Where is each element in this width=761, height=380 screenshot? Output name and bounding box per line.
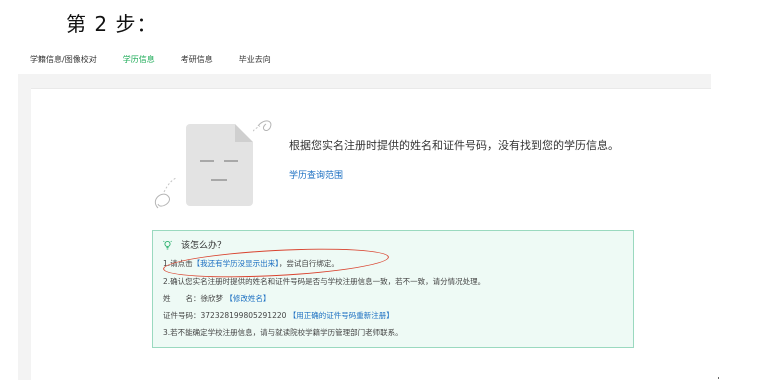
- query-scope-link[interactable]: 学历查询范围: [289, 168, 343, 181]
- help-step-2: 2.确认您实名注册时提供的姓名和证件号码是否与学校注册信息一致，若不一致，请分情…: [163, 277, 486, 286]
- face-right-eye: [224, 160, 238, 162]
- help-header: 该怎么办？: [163, 238, 226, 251]
- help-title: 该怎么办？: [181, 241, 227, 251]
- tab-education[interactable]: 学历信息: [123, 54, 155, 65]
- lightbulb-icon: [163, 240, 172, 249]
- help-step-1: 1.请点击【我还有学历没显示出来】，尝试自行绑定。: [163, 258, 339, 269]
- document-shape: [186, 124, 253, 206]
- tab-graduation-destination[interactable]: 毕业去向: [239, 54, 271, 65]
- corner-mark: [718, 377, 719, 379]
- face-left-eye: [200, 160, 214, 162]
- name-value: 徐欣梦: [200, 294, 224, 303]
- document-fold: [235, 124, 253, 142]
- sad-document-icon: [150, 112, 280, 222]
- help-step-1-prefix: 1.请点击: [163, 259, 193, 268]
- reregister-link[interactable]: 【用正确的证件号码重新注册】: [289, 311, 394, 320]
- name-label: 姓 名：: [163, 294, 201, 303]
- step-title: 第 2 步：: [66, 12, 158, 36]
- tab-postgraduate-exam[interactable]: 考研信息: [181, 54, 213, 65]
- edit-name-link[interactable]: 【修改姓名】: [225, 294, 270, 303]
- tab-bar: 学籍信息/图像校对 学历信息 考研信息 毕业去向: [30, 54, 297, 65]
- help-box: 该怎么办？ 1.请点击【我还有学历没显示出来】，尝试自行绑定。 2.确认您实名注…: [152, 230, 634, 348]
- face-mouth: [211, 179, 227, 181]
- tab-student-status[interactable]: 学籍信息/图像校对: [30, 54, 97, 65]
- help-step-3: 3.若不能确定学校注册信息，请与就读院校学籍学历管理部门老师联系。: [163, 328, 403, 337]
- name-row: 姓 名：徐欣梦 【修改姓名】: [163, 293, 270, 304]
- not-found-message: 根据您实名注册时提供的姓名和证件号码，没有找到您的学历信息。: [289, 139, 619, 152]
- page: 第 2 步： 学籍信息/图像校对 学历信息 考研信息 毕业去向 根据您实名注册时…: [0, 0, 761, 380]
- missing-degree-link[interactable]: 【我还有学历没显示出来】: [193, 259, 279, 268]
- id-row: 证件号码：372328199805291220 【用正确的证件号码重新注册】: [163, 310, 394, 321]
- id-label: 证件号码：: [163, 311, 201, 320]
- id-value: 372328199805291220: [200, 311, 287, 320]
- help-step-1-suffix: ，尝试自行绑定。: [278, 259, 339, 268]
